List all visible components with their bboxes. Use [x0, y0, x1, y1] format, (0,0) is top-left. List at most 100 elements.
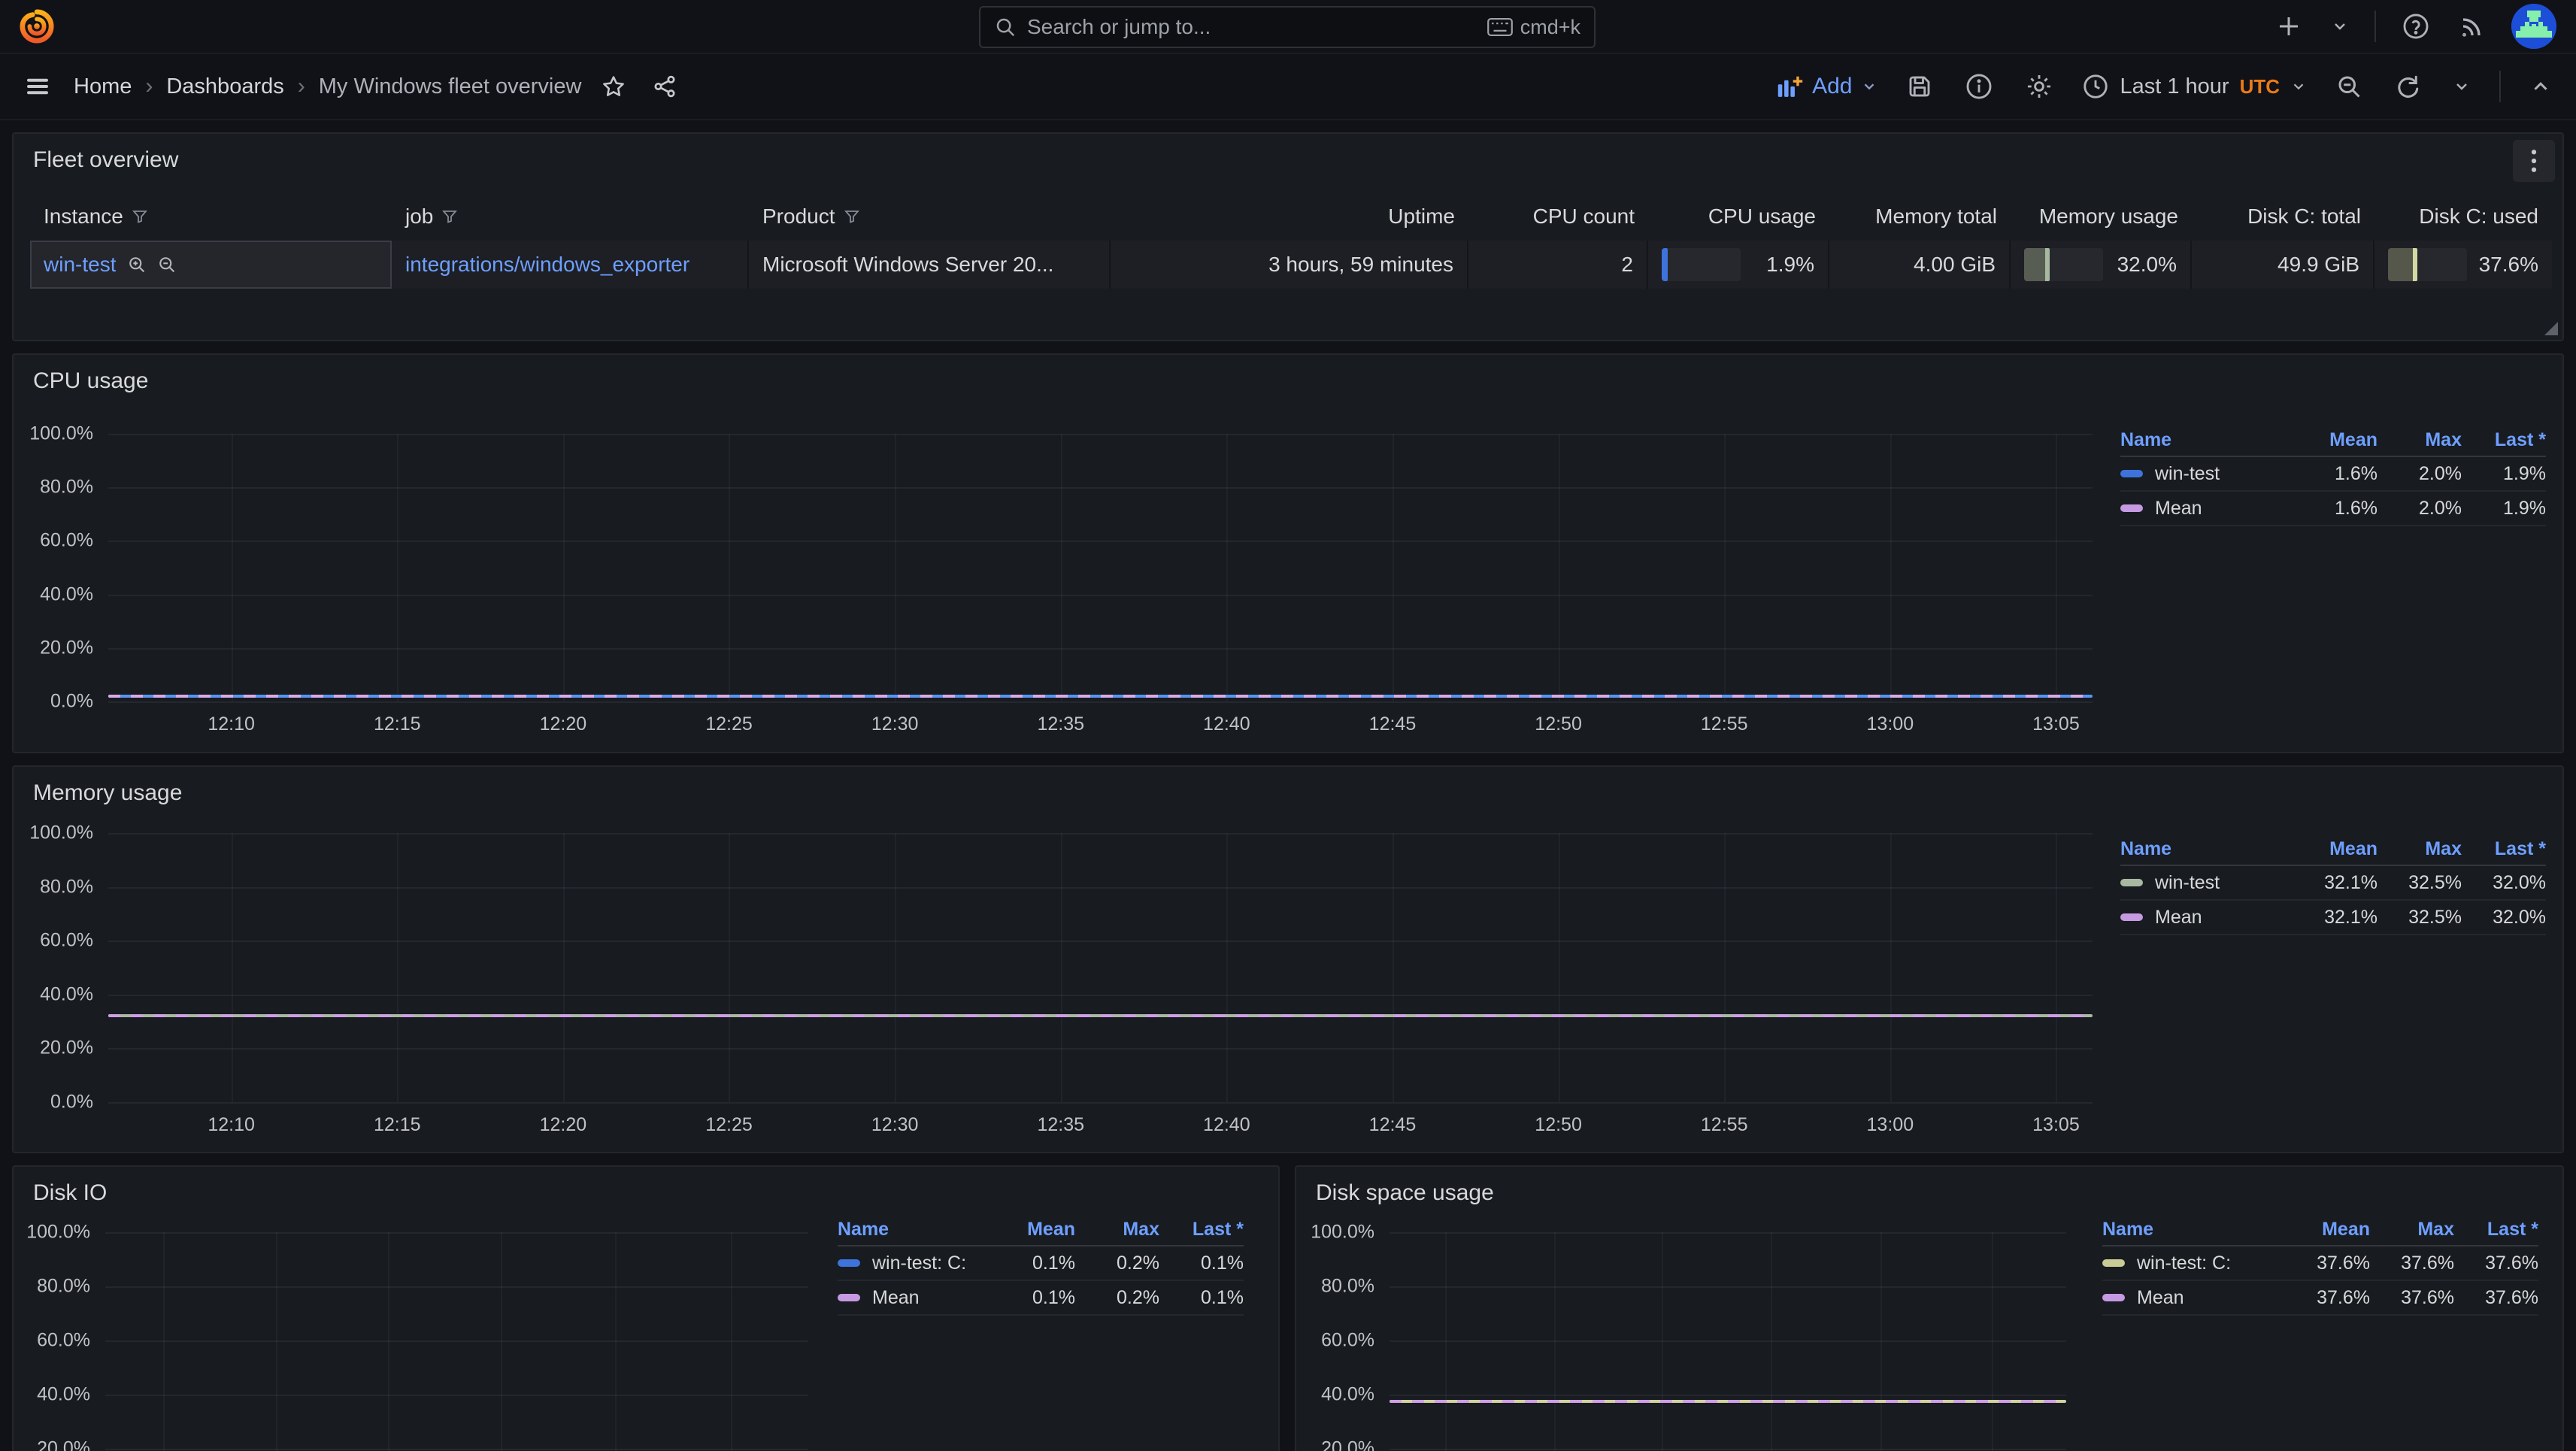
series-swatch [2120, 879, 2143, 886]
legend-header-mean[interactable]: Mean [2293, 838, 2377, 860]
legend-header-mean[interactable]: Mean [2293, 429, 2377, 451]
cell-cpu-count: 2 [1468, 241, 1648, 289]
search-input[interactable]: Search or jump to... cmd+k [979, 6, 1596, 48]
time-range-label: Last 1 hour [2120, 74, 2229, 99]
new-dropdown-chevron[interactable] [2328, 14, 2352, 38]
breadcrumb-home[interactable]: Home [74, 74, 132, 99]
column-header-disk-used[interactable]: Disk C: used [2374, 197, 2552, 236]
legend-row[interactable]: Mean 0.1% 0.2% 0.1% [838, 1281, 1244, 1316]
legend-header-name[interactable]: Name [2120, 838, 2293, 860]
disk-io-legend: Name Mean Max Last * win-test: C: 0.1% 0… [838, 1213, 1244, 1316]
column-header-disk-total[interactable]: Disk C: total [2192, 197, 2374, 236]
star-dashboard-button[interactable] [598, 71, 629, 102]
disk-space-legend: Name Mean Max Last * win-test: C: 37.6% … [2102, 1213, 2538, 1316]
cell-memory-total: 4.00 GiB [1829, 241, 2011, 289]
zoom-in-filter-icon[interactable] [126, 254, 147, 275]
legend-header-mean[interactable]: Mean [2286, 1219, 2370, 1240]
mega-menu-toggle[interactable] [21, 70, 54, 103]
search-placeholder: Search or jump to... [1027, 15, 1477, 39]
column-header-instance[interactable]: Instance [30, 197, 392, 236]
series-swatch [2102, 1294, 2125, 1301]
legend-row[interactable]: win-test: C: 37.6% 37.6% 37.6% [2102, 1247, 2538, 1281]
fleet-table-header: Instance job Product Uptime CPU count CP… [30, 197, 2546, 236]
panel-title: Fleet overview [14, 134, 2562, 173]
cell-job: integrations/windows_exporter [392, 241, 749, 289]
legend-header-name[interactable]: Name [2120, 429, 2293, 451]
legend-row[interactable]: Mean 37.6% 37.6% 37.6% [2102, 1281, 2538, 1316]
column-header-uptime[interactable]: Uptime [1111, 197, 1468, 236]
legend-header-last[interactable]: Last * [2462, 838, 2546, 860]
grafana-logo[interactable] [20, 9, 54, 44]
cell-uptime: 3 hours, 59 minutes [1111, 241, 1468, 289]
refresh-icon[interactable] [2391, 70, 2424, 103]
legend-row[interactable]: win-test 32.1% 32.5% 32.0% [2120, 866, 2546, 901]
series-swatch [2102, 1259, 2125, 1267]
time-range-picker[interactable]: Last 1 hour UTC [2082, 73, 2307, 100]
job-link[interactable]: integrations/windows_exporter [405, 253, 689, 277]
column-header-job[interactable]: job [392, 197, 749, 236]
legend-row[interactable]: Mean 32.1% 32.5% 32.0% [2120, 901, 2546, 935]
share-dashboard-button[interactable] [649, 71, 680, 102]
panel-fleet-overview: Fleet overview Instance job Product [12, 132, 2564, 341]
series-swatch [838, 1294, 860, 1301]
cell-instance: win-test [30, 241, 392, 289]
refresh-interval-chevron[interactable] [2450, 74, 2474, 98]
search-icon [994, 16, 1017, 38]
legend-header-last[interactable]: Last * [2462, 429, 2546, 451]
panel-title: Disk space usage [1296, 1167, 2562, 1206]
disk-used-gauge [2388, 248, 2467, 281]
help-icon[interactable] [2399, 9, 2433, 44]
filter-icon [441, 208, 459, 226]
dashboard-settings-icon[interactable] [2022, 69, 2056, 104]
panel-title: Memory usage [14, 767, 2562, 806]
legend-header-max[interactable]: Max [2377, 429, 2462, 451]
legend-header-last[interactable]: Last * [1159, 1219, 1244, 1240]
legend-header-name[interactable]: Name [838, 1219, 991, 1240]
breadcrumb: Home › Dashboards › My Windows fleet ove… [74, 74, 581, 99]
keyboard-icon [1487, 17, 1513, 37]
disk-io-chart[interactable]: 100.0%80.0%60.0%40.0%20.0% [105, 1232, 808, 1451]
cell-disk-total: 49.9 GiB [2192, 241, 2374, 289]
cell-product: Microsoft Windows Server 20... [749, 241, 1111, 289]
breadcrumb-separator: › [145, 74, 153, 99]
zoom-out-filter-icon[interactable] [156, 254, 177, 275]
panel-menu-icon[interactable] [2513, 140, 2555, 182]
instance-link[interactable]: win-test [44, 253, 116, 277]
cpu-legend: Name Mean Max Last * win-test 1.6% 2.0% … [2120, 424, 2546, 526]
column-header-memory-total[interactable]: Memory total [1829, 197, 2011, 236]
news-rss-icon[interactable] [2456, 10, 2489, 43]
legend-header-max[interactable]: Max [2370, 1219, 2454, 1240]
column-header-memory-usage[interactable]: Memory usage [2011, 197, 2192, 236]
panel-title: Disk IO [14, 1167, 1278, 1206]
dashboard-insights-icon[interactable] [1962, 69, 1996, 104]
breadcrumb-separator: › [298, 74, 305, 99]
memory-usage-chart[interactable]: 100.0%80.0%60.0%40.0%20.0%0.0%12:1012:15… [108, 833, 2093, 1102]
new-dashboard-button[interactable] [2272, 10, 2305, 43]
legend-header-last[interactable]: Last * [2454, 1219, 2538, 1240]
panel-title: CPU usage [14, 355, 2562, 394]
legend-row[interactable]: Mean 1.6% 2.0% 1.9% [2120, 492, 2546, 526]
cpu-usage-chart[interactable]: 100.0%80.0%60.0%40.0%20.0%0.0%12:1012:15… [108, 434, 2093, 701]
column-header-cpu-usage[interactable]: CPU usage [1648, 197, 1829, 236]
legend-header-mean[interactable]: Mean [991, 1219, 1075, 1240]
panel-cpu-usage: CPU usage 100.0%80.0%60.0%40.0%20.0%0.0%… [12, 353, 2564, 753]
collapse-toolbar-icon[interactable] [2526, 72, 2555, 101]
legend-row[interactable]: win-test: C: 0.1% 0.2% 0.1% [838, 1247, 1244, 1281]
cell-disk-used: 37.6% [2374, 241, 2552, 289]
legend-header-max[interactable]: Max [2377, 838, 2462, 860]
add-panel-button[interactable]: Add [1776, 74, 1877, 99]
legend-header-max[interactable]: Max [1075, 1219, 1159, 1240]
legend-row[interactable]: win-test 1.6% 2.0% 1.9% [2120, 457, 2546, 492]
filter-icon [131, 208, 149, 226]
breadcrumb-dashboards[interactable]: Dashboards [166, 74, 283, 99]
save-dashboard-icon[interactable] [1903, 70, 1936, 103]
zoom-out-time-icon[interactable] [2332, 70, 2365, 103]
column-header-cpu-count[interactable]: CPU count [1468, 197, 1648, 236]
user-avatar[interactable] [2511, 4, 2556, 49]
column-header-product[interactable]: Product [749, 197, 1111, 236]
legend-header-name[interactable]: Name [2102, 1219, 2286, 1240]
disk-space-chart[interactable]: 100.0%80.0%60.0%40.0%20.0% [1390, 1232, 2066, 1451]
panel-resize-handle[interactable] [2544, 322, 2558, 335]
shortcut-label: cmd+k [1520, 16, 1580, 39]
add-panel-icon [1776, 74, 1803, 99]
